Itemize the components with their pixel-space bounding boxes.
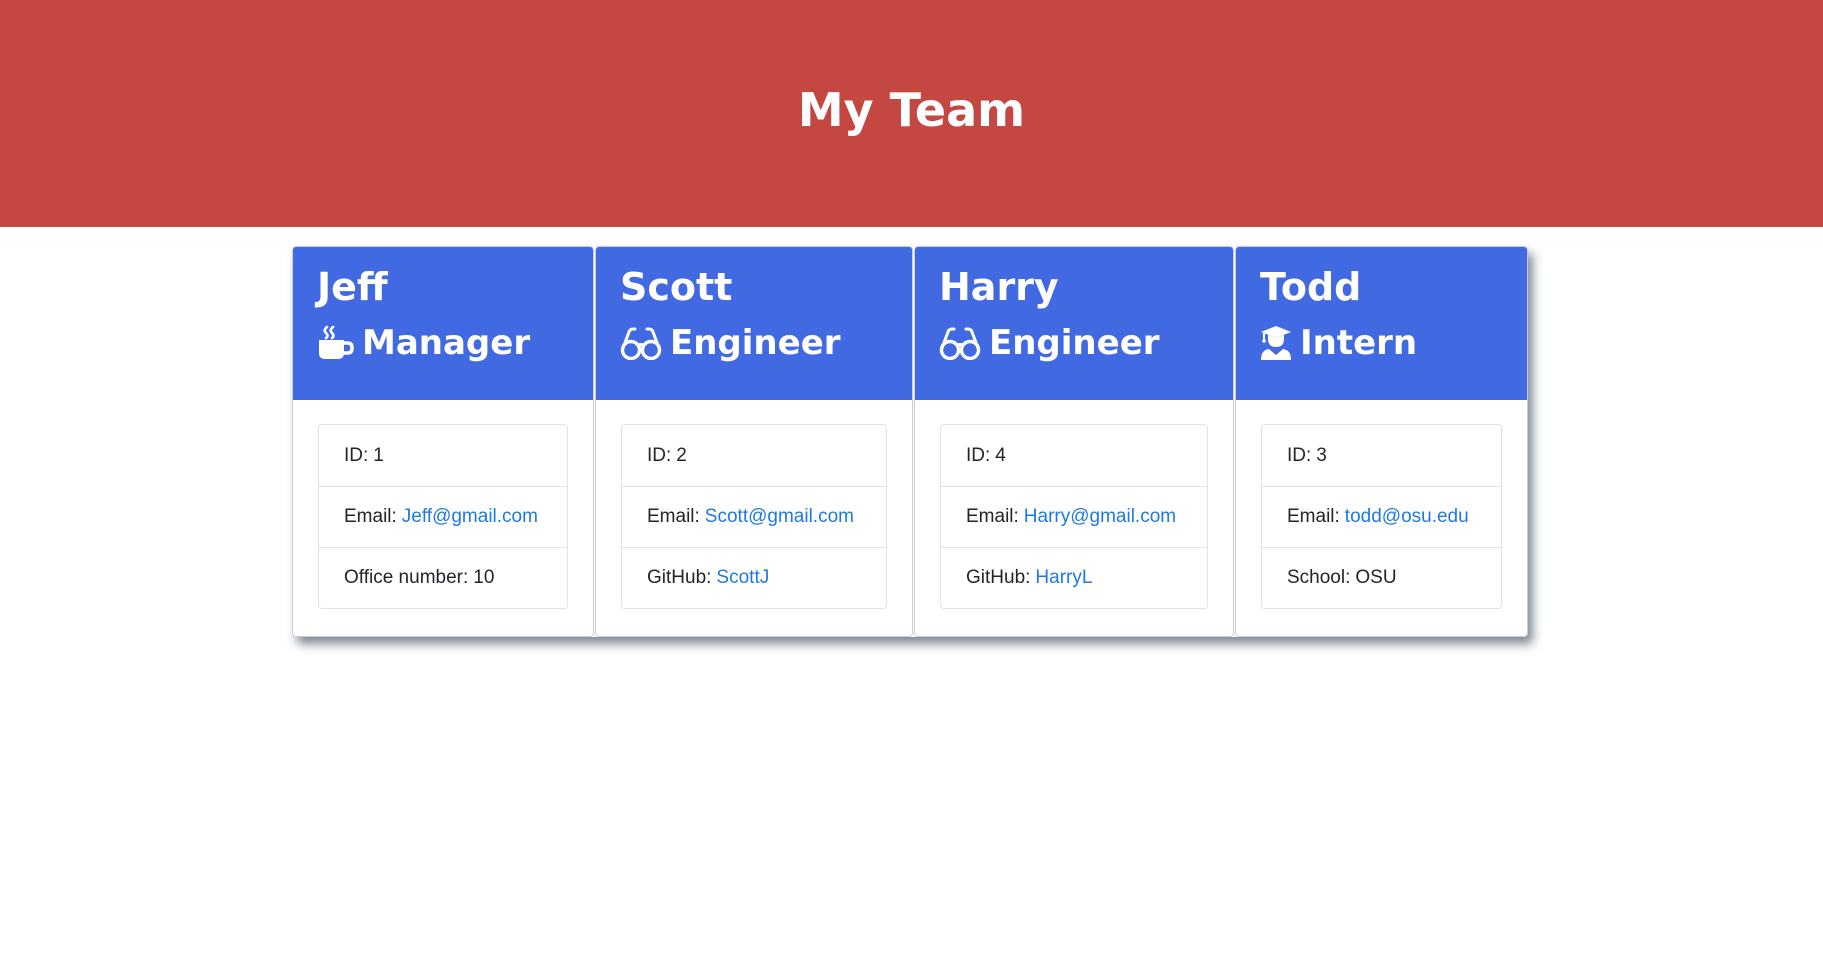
card-body: ID: 3 Email: todd@osu.edu School: OSU	[1236, 400, 1527, 633]
id-label: ID:	[1287, 444, 1312, 466]
id-row: ID: 4	[941, 425, 1207, 486]
card-body: ID: 2 Email: Scott@gmail.com GitHub: Sco…	[596, 400, 912, 633]
id-label: ID:	[647, 444, 672, 466]
office-number-label: Office number:	[344, 567, 469, 588]
employee-name: Scott	[620, 265, 733, 309]
id-value: 4	[995, 444, 1006, 466]
id-value: 2	[676, 444, 687, 466]
email-row: Email: Scott@gmail.com	[622, 486, 886, 547]
page-title: My Team	[797, 82, 1026, 137]
employee-name: Harry	[939, 265, 1059, 309]
id-label: ID:	[344, 444, 369, 466]
page-header: My Team	[0, 0, 1823, 227]
id-value: 3	[1316, 444, 1327, 466]
email-label: Email:	[647, 506, 700, 527]
employee-card-jeff: Jeff Manager ID: 1 Email: Jeff@gmail.com…	[292, 246, 594, 637]
github-label: GitHub:	[966, 567, 1031, 588]
card-header: Harry Engineer	[915, 247, 1233, 400]
info-list: ID: 1 Email: Jeff@gmail.com Office numbe…	[318, 424, 568, 609]
employee-role: Engineer	[939, 323, 1233, 363]
info-list: ID: 2 Email: Scott@gmail.com GitHub: Sco…	[621, 424, 887, 609]
card-header: Jeff Manager	[293, 247, 593, 400]
school-value: OSU	[1355, 567, 1397, 588]
email-label: Email:	[966, 506, 1019, 527]
id-row: ID: 2	[622, 425, 886, 486]
coffee-mug-icon	[317, 325, 354, 361]
github-label: GitHub:	[647, 567, 712, 588]
employee-role: Intern	[1260, 323, 1527, 363]
glasses-icon	[939, 326, 981, 360]
employee-name: Todd	[1260, 265, 1362, 309]
info-list: ID: 3 Email: todd@osu.edu School: OSU	[1261, 424, 1502, 609]
school-row: School: OSU	[1262, 547, 1501, 608]
glasses-icon	[620, 326, 662, 360]
employee-name: Jeff	[317, 265, 388, 309]
email-link[interactable]: todd@osu.edu	[1345, 506, 1469, 528]
github-link[interactable]: ScottJ	[716, 567, 769, 589]
email-row: Email: Harry@gmail.com	[941, 486, 1207, 547]
email-label: Email:	[1287, 506, 1340, 527]
email-link[interactable]: Harry@gmail.com	[1024, 506, 1176, 528]
role-label: Intern	[1300, 323, 1418, 363]
role-label: Manager	[362, 323, 531, 363]
id-label: ID:	[966, 444, 991, 466]
id-row: ID: 1	[319, 425, 567, 486]
email-row: Email: Jeff@gmail.com	[319, 486, 567, 547]
role-label: Engineer	[989, 323, 1160, 363]
id-value: 1	[373, 444, 384, 466]
role-label: Engineer	[670, 323, 841, 363]
email-link[interactable]: Jeff@gmail.com	[402, 506, 538, 528]
employee-card-harry: Harry Engineer ID: 4 Email: Harry@gmail.…	[914, 246, 1234, 637]
team-card-row: Jeff Manager ID: 1 Email: Jeff@gmail.com…	[292, 246, 1528, 637]
card-header: Todd Intern	[1236, 247, 1527, 400]
card-body: ID: 1 Email: Jeff@gmail.com Office numbe…	[293, 400, 593, 633]
email-label: Email:	[344, 506, 397, 527]
office-number-row: Office number: 10	[319, 547, 567, 608]
graduate-icon	[1260, 325, 1292, 361]
employee-card-todd: Todd Intern ID: 3 Email: todd@osu.edu Sc…	[1235, 246, 1528, 637]
email-link[interactable]: Scott@gmail.com	[705, 506, 854, 528]
employee-role: Engineer	[620, 323, 912, 363]
school-label: School:	[1287, 567, 1351, 588]
office-number-value: 10	[473, 567, 495, 588]
employee-role: Manager	[317, 323, 593, 363]
info-list: ID: 4 Email: Harry@gmail.com GitHub: Har…	[940, 424, 1208, 609]
github-link[interactable]: HarryL	[1035, 567, 1092, 589]
card-body: ID: 4 Email: Harry@gmail.com GitHub: Har…	[915, 400, 1233, 633]
card-header: Scott Engineer	[596, 247, 912, 400]
id-row: ID: 3	[1262, 425, 1501, 486]
email-row: Email: todd@osu.edu	[1262, 486, 1501, 547]
github-row: GitHub: ScottJ	[622, 547, 886, 608]
employee-card-scott: Scott Engineer ID: 2 Email: Scott@gmail.…	[595, 246, 913, 637]
github-row: GitHub: HarryL	[941, 547, 1207, 608]
